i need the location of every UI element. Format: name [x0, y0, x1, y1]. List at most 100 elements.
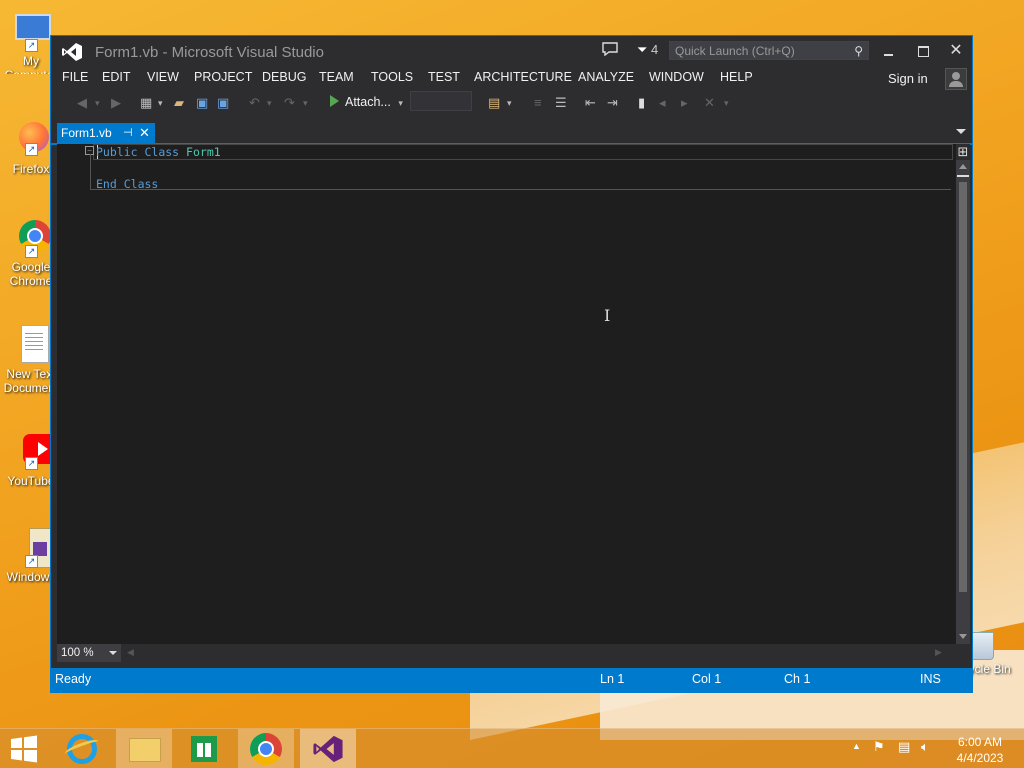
dropdown-arrow-icon[interactable]: ▾: [95, 95, 100, 111]
menu-window[interactable]: WINDOW: [649, 70, 704, 84]
network-icon[interactable]: ▤: [898, 739, 910, 768]
menu-edit[interactable]: EDIT: [102, 70, 130, 84]
menu-tools[interactable]: TOOLS: [371, 70, 413, 84]
dropdown-arrow-icon[interactable]: ▾: [158, 95, 163, 111]
clear-bookmarks-icon[interactable]: ✕: [704, 95, 715, 111]
volume-muted-icon[interactable]: 🔈︎: [921, 739, 929, 768]
chrome-center: [258, 741, 274, 757]
maximize-button[interactable]: [911, 40, 935, 62]
windows-logo-icon: [11, 735, 37, 763]
taskbar-store[interactable]: [176, 729, 232, 768]
code-editor[interactable]: − Public Class Form1 End Class I ⊞: [57, 144, 970, 644]
taskbar-file-explorer[interactable]: [116, 729, 172, 768]
scroll-right-icon[interactable]: ▶: [935, 647, 942, 658]
show-hidden-icons-button[interactable]: ▲: [852, 741, 861, 768]
minimize-button[interactable]: [877, 40, 901, 62]
indent-icon[interactable]: ⇥: [607, 95, 618, 111]
system-clock[interactable]: 6:00 AM 4/4/2023: [950, 734, 1010, 766]
standard-toolbar: ◀ ▾ ▶ ▦ ▾ ▰ ▣ ▣ ↶ ▾ ↷ ▾ Attach... ▾ ▤ ▾ …: [51, 91, 972, 115]
code-line-3: End Class: [96, 177, 159, 191]
save-all-icon[interactable]: ▣: [217, 95, 229, 111]
status-character: Ch 1: [784, 672, 811, 686]
dropdown-arrow-icon[interactable]: ▾: [303, 95, 308, 111]
account-avatar-icon[interactable]: [945, 68, 967, 90]
notifications-button[interactable]: ⏷ 4: [637, 42, 658, 58]
notification-flag-icon: ⏷: [637, 42, 648, 57]
outdent-icon[interactable]: ⇤: [585, 95, 596, 111]
quick-launch-input[interactable]: Quick Launch (Ctrl+Q) ⚲: [669, 41, 869, 60]
start-button[interactable]: [0, 729, 56, 768]
scroll-down-icon[interactable]: [959, 634, 967, 639]
firefox-icon: ↗: [11, 120, 51, 160]
navigate-back-icon[interactable]: ◀: [77, 95, 87, 111]
dropdown-arrow-icon[interactable]: ▾: [507, 95, 512, 111]
open-file-icon[interactable]: ▰: [174, 95, 184, 111]
attach-label: Attach...: [345, 95, 391, 109]
taskbar-internet-explorer[interactable]: [54, 729, 110, 768]
toolbar-overflow-icon[interactable]: ▾: [724, 95, 729, 111]
close-button[interactable]: ✕: [944, 40, 968, 62]
current-line-highlight: [93, 144, 953, 160]
uncomment-icon[interactable]: ☰: [555, 95, 567, 111]
scroll-left-icon[interactable]: ◀: [127, 647, 134, 658]
bookmark-icon[interactable]: ▮: [638, 95, 645, 111]
menu-view[interactable]: VIEW: [147, 70, 179, 84]
chrome-icon: ↗: [11, 218, 51, 258]
close-tab-icon[interactable]: ✕: [139, 123, 150, 143]
scrollbar-thumb[interactable]: [959, 182, 967, 592]
tab-form1-vb[interactable]: Form1.vb ⊣ ✕: [57, 123, 155, 143]
previous-bookmark-icon[interactable]: ◂: [659, 95, 666, 111]
scroll-up-icon[interactable]: [959, 164, 967, 169]
status-insert-mode: INS: [920, 672, 941, 686]
redo-icon[interactable]: ↷: [284, 95, 295, 111]
pin-icon[interactable]: ⊣: [123, 123, 133, 143]
play-icon: [330, 95, 339, 107]
save-icon[interactable]: ▣: [196, 95, 208, 111]
sign-in-link[interactable]: Sign in: [888, 71, 928, 86]
outline-guide: [90, 154, 91, 190]
horizontal-scrollbar: 100 % ◀ ▶: [57, 644, 965, 662]
menu-team[interactable]: TEAM: [319, 70, 354, 84]
undo-icon[interactable]: ↶: [249, 95, 260, 111]
navigate-forward-icon[interactable]: ▶: [111, 95, 121, 111]
feedback-icon[interactable]: [602, 42, 618, 59]
menu-architecture[interactable]: ARCHITECTURE: [474, 70, 572, 84]
next-bookmark-icon[interactable]: ▸: [681, 95, 688, 111]
window-title: Form1.vb - Microsoft Visual Studio: [95, 44, 324, 61]
folder-icon: [129, 738, 161, 762]
menu-test[interactable]: TEST: [428, 70, 460, 84]
taskbar: ▲ ⚑ ▤ 🔈︎ 6:00 AM 4/4/2023: [0, 728, 1024, 768]
editor-gutter: [57, 144, 75, 644]
visual-studio-window: Form1.vb - Microsoft Visual Studio ⏷ 4 Q…: [50, 35, 973, 693]
search-icon: ⚲: [854, 44, 863, 58]
menu-file[interactable]: FILE: [62, 70, 88, 84]
find-in-files-icon[interactable]: ▤: [488, 95, 500, 111]
visual-studio-logo-icon: [62, 43, 82, 61]
clock-date: 4/4/2023: [956, 751, 1004, 765]
youtube-icon: ↗: [11, 432, 61, 472]
title-bar[interactable]: Form1.vb - Microsoft Visual Studio ⏷ 4 Q…: [51, 36, 972, 68]
menu-analyze[interactable]: ANALYZE: [578, 70, 634, 84]
solution-configuration-dropdown[interactable]: [410, 91, 472, 111]
minimize-icon: [884, 54, 893, 56]
menu-debug[interactable]: DEBUG: [262, 70, 306, 84]
vertical-scrollbar[interactable]: ⊞: [956, 144, 970, 644]
menu-help[interactable]: HELP: [720, 70, 753, 84]
action-center-flag-icon[interactable]: ⚑: [873, 739, 885, 768]
code-line-1: Public Class Form1: [96, 145, 221, 159]
tab-dropdown-icon[interactable]: [956, 129, 966, 134]
menu-project[interactable]: PROJECT: [194, 70, 252, 84]
zoom-dropdown[interactable]: 100 %: [57, 644, 121, 662]
taskbar-chrome[interactable]: [238, 729, 294, 768]
attach-button[interactable]: Attach... ▾: [330, 95, 403, 109]
comment-icon[interactable]: ≡: [534, 95, 542, 111]
split-window-icon[interactable]: ⊞: [956, 144, 970, 160]
text-cursor-ibeam-icon: I: [604, 306, 611, 325]
windows-app-icon: ↗: [11, 528, 61, 568]
visual-studio-icon: [313, 735, 343, 763]
dropdown-arrow-icon: ▾: [398, 98, 403, 108]
status-text: Ready: [55, 672, 92, 686]
new-project-icon[interactable]: ▦: [140, 95, 152, 111]
taskbar-visual-studio[interactable]: [300, 729, 356, 768]
dropdown-arrow-icon[interactable]: ▾: [267, 95, 272, 111]
